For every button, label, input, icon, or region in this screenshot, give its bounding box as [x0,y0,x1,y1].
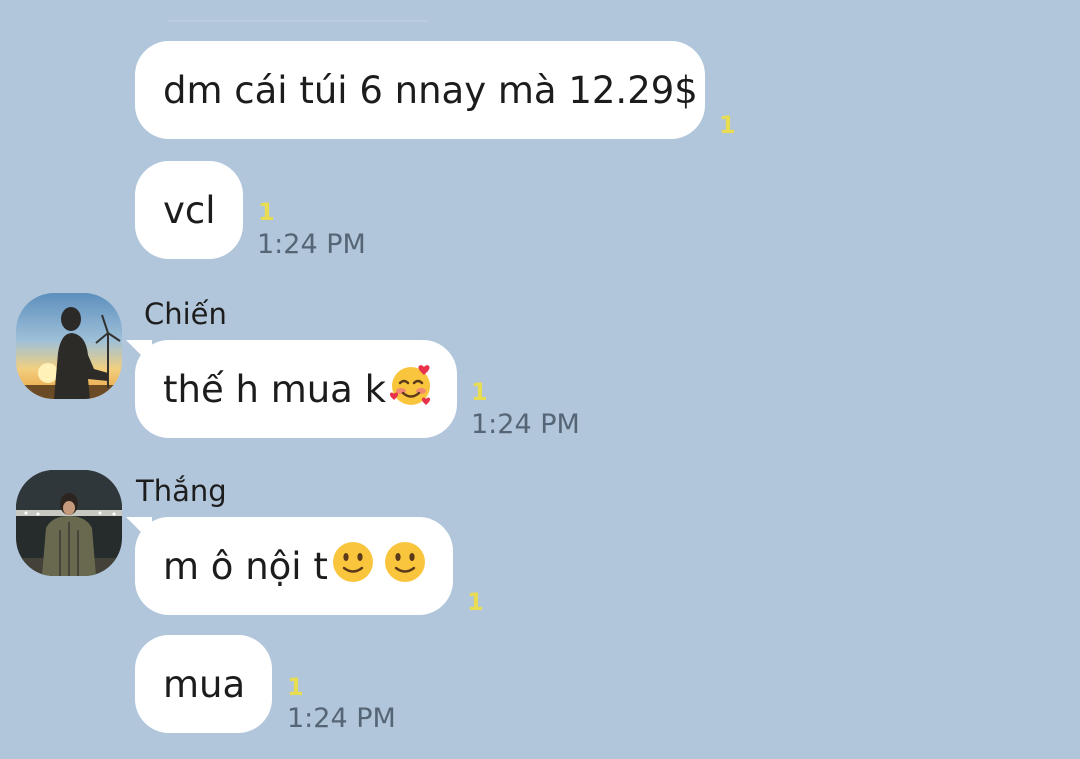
read-count: 1 [258,198,275,226]
message-text: mua [163,662,246,706]
read-count: 1 [467,588,484,616]
read-count: 1 [471,378,488,406]
message-time: 1:24 PM [257,229,366,260]
slightly-smiling-face-icon [330,539,376,594]
message-bubble[interactable]: mua [135,635,272,733]
read-count: 1 [287,673,304,701]
message-bubble[interactable]: vcl [135,161,243,259]
message-bubble[interactable]: m ô nội t [135,517,453,615]
message-time: 1:24 PM [287,703,396,734]
top-divider [168,20,428,22]
avatar-thang-image [16,470,122,576]
message-text: dm cái túi 6 nnay mà 12.29$ [163,68,698,112]
message-text: vcl [163,188,216,232]
smiling-face-with-hearts-icon [388,362,434,417]
message-bubble[interactable]: thế h mua k [135,340,457,438]
avatar-chien[interactable] [16,293,122,399]
avatar-thang[interactable] [16,470,122,576]
slightly-smiling-face-icon [382,539,428,594]
message-time: 1:24 PM [471,409,580,440]
message-text: thế h mua k [163,367,387,411]
sender-name: Chiến [144,297,227,331]
avatar-chien-image [16,293,122,399]
message-text: m ô nội t [163,544,328,588]
sender-name: Thắng [136,474,227,508]
message-bubble[interactable]: dm cái túi 6 nnay mà 12.29$ [135,41,705,139]
read-count: 1 [719,111,736,139]
